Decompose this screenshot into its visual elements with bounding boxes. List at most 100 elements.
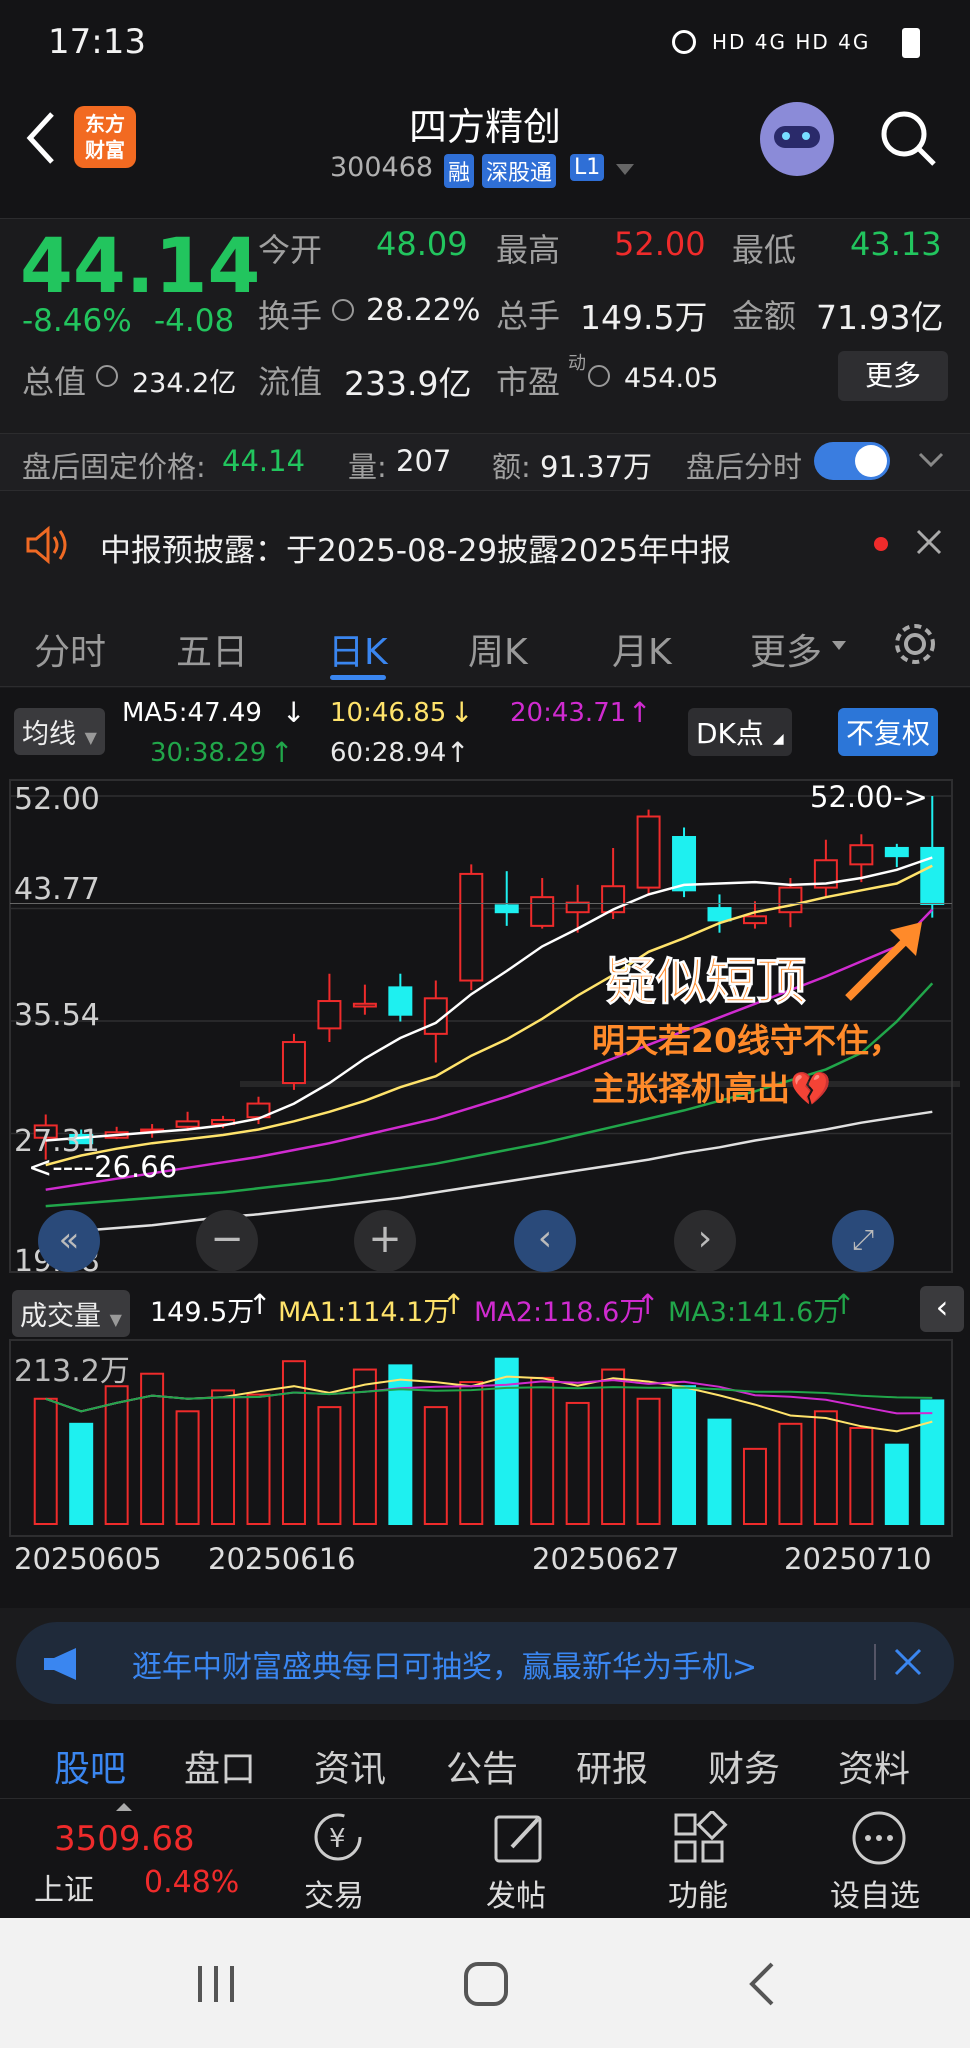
volume-bar-24: [849, 1426, 874, 1525]
ma-selector-button[interactable]: 均线 ▼: [14, 708, 105, 755]
float-cap-value: 233.9亿: [344, 364, 472, 403]
volume-y-tick: 213.2万: [14, 1354, 130, 1389]
vol-ma1-arrow: ↑: [442, 1288, 466, 1321]
volume-value-label: 149.5万: [150, 1297, 255, 1328]
ma5-label: MA5:47.49: [122, 698, 262, 728]
float-cap-label: 流值: [258, 363, 323, 401]
annotation-line-1: 明天若20线守不住，: [592, 1021, 902, 1060]
high-marker-label: 52.00->: [810, 780, 928, 814]
volume-chart[interactable]: [0, 1338, 970, 1538]
tab-financials[interactable]: 财务: [708, 1740, 780, 1792]
tab-five-day[interactable]: 五日: [176, 623, 248, 675]
index-pct: 0.48%: [144, 1865, 240, 1900]
more-dropdown-icon[interactable]: [832, 641, 846, 650]
recent-apps-icon[interactable]: [194, 1962, 238, 2010]
chevron-down-icon[interactable]: [616, 164, 634, 175]
tab-more[interactable]: 更多: [750, 623, 822, 675]
tab-profile[interactable]: 资料: [838, 1740, 910, 1792]
expand-chevron-icon[interactable]: [916, 448, 946, 476]
trade-icon[interactable]: ¥: [308, 1809, 368, 1869]
vol-ma3-label: MA3:141.6万: [668, 1297, 841, 1328]
after-amount-label: 额:: [492, 450, 531, 484]
add-watchlist-label[interactable]: 设自选: [830, 1871, 920, 1915]
tab-forum[interactable]: 股吧: [54, 1740, 126, 1792]
status-bar: 17:13 HD 4G HD 4G: [0, 0, 970, 88]
x-date-2: 20250616: [208, 1542, 356, 1576]
zoom-in-icon[interactable]: +: [354, 1210, 416, 1272]
mcap-label: 总值: [22, 363, 87, 401]
after-amount-value: 91.37万: [540, 450, 653, 484]
volume-value: 149.5万: [580, 298, 708, 337]
period-tabs: 分时 五日 日K 周K 月K 更多: [0, 595, 970, 687]
volume-bar-1: [33, 1397, 58, 1525]
features-label[interactable]: 功能: [668, 1871, 728, 1915]
search-icon[interactable]: [878, 108, 940, 170]
features-grid-icon[interactable]: [672, 1809, 728, 1869]
scroll-right-icon[interactable]: ›: [674, 1210, 736, 1272]
ma20-label: 20:43.71: [510, 698, 627, 728]
post-label[interactable]: 发帖: [486, 1871, 546, 1915]
dk-point-button[interactable]: DK点 ◢: [688, 708, 792, 756]
fullscreen-icon[interactable]: ⤢: [832, 1210, 894, 1272]
volume-bar-21: [742, 1447, 767, 1525]
expand-up-icon[interactable]: [116, 1803, 132, 1811]
after-hours-toggle[interactable]: [814, 442, 890, 480]
home-icon[interactable]: [462, 1960, 510, 2012]
ma60-label: 60:28.94: [330, 738, 447, 768]
info-icon[interactable]: [96, 365, 118, 387]
tab-monthly-k[interactable]: 月K: [612, 623, 672, 675]
post-edit-icon[interactable]: [492, 1811, 548, 1869]
volume-bar-3: [104, 1385, 129, 1526]
scroll-left-icon[interactable]: ‹: [514, 1210, 576, 1272]
ma5-arrow: ↓: [282, 696, 306, 729]
announcement-bar[interactable]: 中报预披露：于2025-08-29披露2025年中报: [0, 495, 970, 595]
tab-announcements[interactable]: 公告: [446, 1740, 518, 1792]
index-value[interactable]: 3509.68: [54, 1819, 195, 1859]
ma30-label: 30:38.29: [150, 738, 267, 768]
robot-avatar-icon[interactable]: [760, 102, 834, 176]
more-button[interactable]: 更多: [838, 351, 948, 401]
candle-body-25: [884, 846, 909, 858]
turnover-label: 换手: [258, 297, 323, 335]
volume-bar-19: [672, 1385, 697, 1526]
trade-label[interactable]: 交易: [304, 1871, 364, 1915]
candle-body-19: [672, 836, 697, 892]
scroll-start-icon[interactable]: «: [38, 1210, 100, 1272]
abs-change: -4.08: [154, 303, 235, 339]
after-volume-label: 量:: [348, 450, 387, 484]
tab-daily-k[interactable]: 日K: [328, 623, 388, 675]
volume-arrow: ↑: [248, 1288, 272, 1321]
adjust-right-button[interactable]: 不复权: [838, 708, 939, 756]
last-price: 44.14: [20, 221, 261, 310]
speaker-icon: [24, 525, 72, 569]
settings-gear-icon[interactable]: [890, 619, 940, 673]
margin-badge: 融: [444, 154, 475, 188]
tab-weekly-k[interactable]: 周K: [468, 623, 528, 675]
volume-bar-6: [211, 1389, 236, 1526]
volume-bar-12: [423, 1406, 448, 1525]
volume-bar-5: [175, 1410, 200, 1525]
vol-ma2-label: MA2:118.6万: [474, 1297, 647, 1328]
zoom-out-icon[interactable]: −: [196, 1210, 258, 1272]
y-tick-3: 35.54: [14, 998, 100, 1033]
indicator-selector-button[interactable]: 成交量 ▼: [12, 1290, 130, 1337]
collapse-panel-icon[interactable]: ‹: [920, 1286, 964, 1332]
close-icon[interactable]: [914, 527, 944, 561]
tab-intraday[interactable]: 分时: [34, 623, 106, 675]
system-back-icon[interactable]: [742, 1960, 782, 2012]
tab-research[interactable]: 研报: [576, 1740, 648, 1792]
turnover-info-icon[interactable]: [332, 299, 354, 321]
promo-divider: [874, 1644, 876, 1680]
promo-banner[interactable]: 逛年中财富盛典每日可抽奖，赢最新华为手机>: [16, 1622, 954, 1704]
low-value: 43.13: [850, 225, 942, 263]
tab-orderbook[interactable]: 盘口: [184, 1740, 256, 1792]
amount-label: 金额: [732, 297, 797, 335]
pe-info-icon[interactable]: [588, 365, 610, 387]
promo-close-icon[interactable]: [892, 1646, 924, 1682]
pe-label: 市盈: [496, 363, 561, 401]
volume-bar-15: [530, 1376, 555, 1526]
watchlist-more-icon[interactable]: [850, 1809, 908, 1871]
annotation-title: 疑似短顶: [606, 953, 807, 1012]
tab-news[interactable]: 资讯: [314, 1740, 386, 1792]
y-tick-2: 43.77: [14, 872, 100, 907]
